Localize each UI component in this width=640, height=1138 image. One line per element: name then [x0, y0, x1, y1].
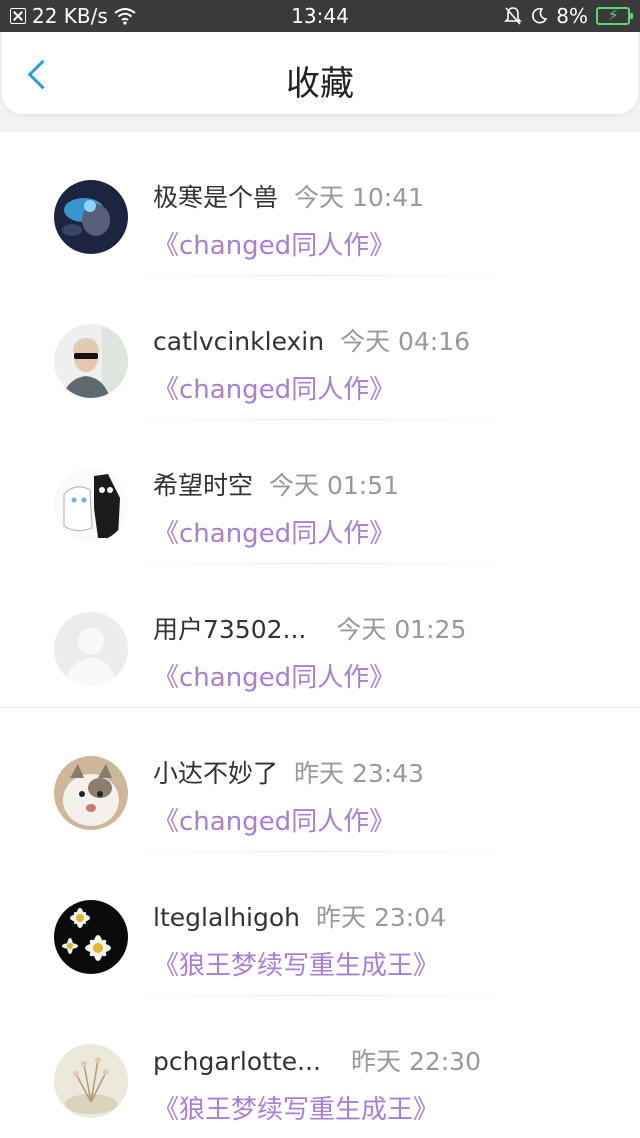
timestamp: 今天 01:51 — [269, 471, 400, 500]
novel-title[interactable]: 《changed同人作》 — [153, 801, 395, 838]
list-item[interactable]: 极寒是个兽 今天 10:41 《changed同人作》 — [0, 132, 640, 276]
user-name[interactable]: 极寒是个兽 — [153, 183, 278, 212]
avatar[interactable] — [54, 900, 128, 974]
user-name[interactable]: lteglalhigoh — [153, 903, 300, 932]
battery-percent: 8% — [556, 4, 588, 28]
list-item[interactable]: 希望时空 今天 01:51 《changed同人作》 — [0, 420, 640, 564]
avatar[interactable] — [54, 324, 128, 398]
status-bar: 22 KB/s 13:44 8% ⚡ — [0, 0, 640, 32]
user-name[interactable]: pchgarlotte... — [153, 1047, 321, 1076]
avatar[interactable] — [54, 180, 128, 254]
user-name[interactable]: 用户73502... — [153, 615, 306, 644]
avatar[interactable] — [54, 1044, 128, 1118]
user-name[interactable]: catlvcinklexin — [153, 327, 324, 356]
moon-icon — [532, 7, 548, 24]
list-item[interactable]: catlvcinklexin 今天 04:16 《changed同人作》 — [0, 276, 640, 420]
list-item[interactable]: lteglalhigoh 昨天 23:04 《狼王梦续写重生成王》 — [0, 852, 640, 996]
timestamp: 昨天 23:43 — [294, 759, 425, 788]
header: 收藏 — [2, 32, 638, 114]
timestamp: 今天 04:16 — [340, 327, 471, 356]
user-name[interactable]: 希望时空 — [153, 471, 253, 500]
avatar[interactable] — [54, 756, 128, 830]
list-item[interactable]: 小达不妙了 昨天 23:43 《changed同人作》 — [0, 708, 640, 852]
user-name[interactable]: 小达不妙了 — [153, 759, 278, 788]
timestamp: 今天 01:25 — [336, 615, 467, 644]
novel-title[interactable]: 《changed同人作》 — [153, 225, 395, 262]
page-title: 收藏 — [286, 64, 354, 104]
timestamp: 昨天 22:30 — [351, 1047, 481, 1076]
mute-bell-icon — [504, 7, 523, 25]
novel-title[interactable]: 《狼王梦续写重生成王》 — [153, 1089, 439, 1126]
battery-icon: ⚡ — [596, 6, 633, 25]
novel-title[interactable]: 《changed同人作》 — [153, 513, 395, 550]
timestamp: 今天 10:41 — [294, 183, 425, 212]
list-item[interactable]: 用户73502... 今天 01:25 《changed同人作》 — [0, 564, 640, 708]
avatar[interactable] — [54, 468, 128, 542]
list-item[interactable]: pchgarlotte... 昨天 22:30 《狼王梦续写重生成王》 — [0, 996, 640, 1138]
default-avatar-icon[interactable] — [54, 612, 128, 686]
novel-title[interactable]: 《changed同人作》 — [153, 657, 395, 694]
novel-title[interactable]: 《changed同人作》 — [153, 369, 395, 406]
timestamp: 昨天 23:04 — [316, 903, 447, 932]
favorites-list: 极寒是个兽 今天 10:41 《changed同人作》 catlvcinklexi… — [0, 132, 640, 1138]
header-area: 收藏 — [0, 32, 640, 132]
novel-title[interactable]: 《狼王梦续写重生成王》 — [153, 945, 439, 982]
